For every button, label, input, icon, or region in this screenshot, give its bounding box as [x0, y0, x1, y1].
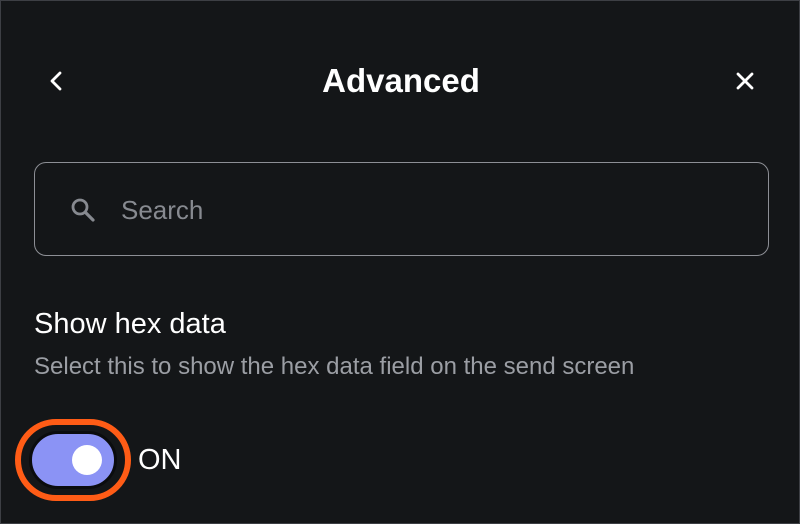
search-input[interactable]: [121, 183, 721, 237]
chevron-left-icon: [50, 71, 62, 91]
search-icon: [71, 198, 95, 222]
header: Advanced: [1, 1, 799, 161]
toggle-knob: [72, 445, 102, 475]
search-box[interactable]: [34, 162, 769, 256]
advanced-settings-panel: Advanced Show hex data Select this to sh…: [0, 0, 800, 524]
page-title: Advanced: [322, 62, 480, 99]
toggle-state-label: ON: [138, 444, 182, 476]
back-button[interactable]: [37, 61, 77, 101]
setting-title: Show hex data: [34, 308, 226, 340]
close-icon: [736, 72, 754, 90]
show-hex-data-toggle[interactable]: [29, 431, 117, 489]
setting-description: Select this to show the hex data field o…: [34, 353, 635, 380]
close-button[interactable]: [725, 61, 765, 101]
